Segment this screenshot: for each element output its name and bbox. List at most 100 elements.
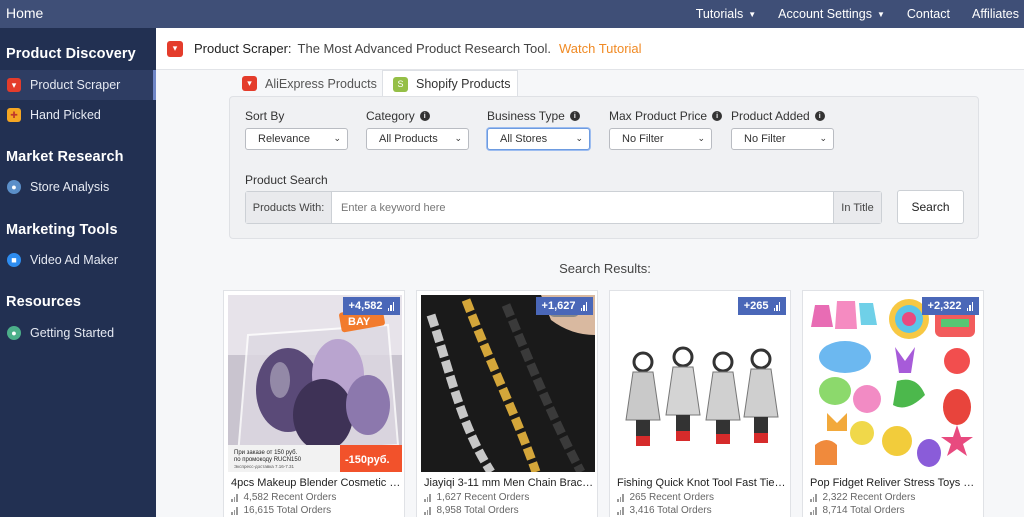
- watch-tutorial-link[interactable]: Watch Tutorial: [559, 41, 642, 56]
- business-type-select[interactable]: All Stores ⌄: [487, 128, 590, 150]
- product-name[interactable]: 4pcs Makeup Blender Cosmetic Pu...: [231, 477, 401, 489]
- nav-account-settings[interactable]: Account Settings ▼: [778, 7, 885, 21]
- bar-chart-icon: [424, 493, 432, 502]
- shopify-bag-icon: S: [393, 76, 408, 92]
- recent-orders-badge: +2,322: [921, 297, 979, 315]
- image-text-promo-1: При заказе от 150 руб.: [234, 450, 298, 456]
- product-name[interactable]: Pop Fidget Reliver Stress Toys Pop...: [810, 477, 980, 489]
- product-name[interactable]: Fishing Quick Knot Tool Fast Tie N...: [617, 477, 787, 489]
- sidebar-item-label: Getting Started: [30, 326, 115, 340]
- product-card[interactable]: BAY При заказе от 150 руб. по промокоду …: [223, 290, 405, 517]
- product-card[interactable]: +265 Fishing Quick Knot Tool Fast Tie N.…: [609, 290, 791, 517]
- product-card[interactable]: +1,627 Jiayiqi 3-11 mm Men Chain Bracel.…: [416, 290, 598, 517]
- business-type-value: All Stores: [500, 133, 548, 145]
- product-image-knot-tool[interactable]: +265: [614, 295, 788, 472]
- total-orders-stat: 16,615 Total Orders: [231, 505, 331, 516]
- sidebar-item-getting-started[interactable]: ● Getting Started: [0, 318, 156, 348]
- home-link[interactable]: Home: [6, 5, 43, 21]
- product-name[interactable]: Jiayiqi 3-11 mm Men Chain Bracel...: [424, 477, 594, 489]
- sidebar-item-label: Video Ad Maker: [30, 253, 119, 267]
- bar-chart-icon: [387, 301, 394, 311]
- chevron-down-icon: ⌄: [819, 133, 827, 143]
- info-icon[interactable]: i: [712, 111, 723, 121]
- recent-orders-stat: 1,627 Recent Orders: [424, 492, 529, 503]
- recent-orders-badge: +265: [737, 297, 786, 315]
- bar-chart-icon: [966, 301, 973, 311]
- image-text-bay: BAY: [348, 316, 371, 328]
- product-added-value: No Filter: [744, 133, 786, 145]
- max-price-select[interactable]: No Filter ⌄: [609, 128, 712, 150]
- gift-icon: ✚: [7, 108, 21, 122]
- sidebar-item-hand-picked[interactable]: ✚ Hand Picked: [0, 100, 156, 130]
- chevron-down-icon: ⌄: [697, 133, 705, 143]
- video-camera-icon: ■: [7, 253, 21, 267]
- top-navbar: Home Tutorials ▼ Account Settings ▼ Contac…: [0, 0, 1024, 28]
- sidebar-heading-product-discovery: Product Discovery: [6, 46, 136, 62]
- sidebar-item-label: Product Scraper: [30, 78, 121, 92]
- nav-contact[interactable]: Contact: [907, 7, 950, 21]
- nav-affiliates-label: Affiliates: [971, 7, 1019, 21]
- product-image-pop-fidget-toys[interactable]: +2,322: [807, 295, 981, 472]
- max-price-value: No Filter: [622, 133, 664, 145]
- image-text-promo-2: по промокоду RUCN150: [234, 457, 302, 463]
- chevron-down-icon: ⌄: [454, 133, 462, 143]
- bar-chart-icon: [773, 301, 780, 311]
- aliexpress-icon: ▾: [167, 40, 183, 57]
- recent-orders-stat: 2,322 Recent Orders: [810, 492, 915, 503]
- sidebar: Product Discovery ▾ Product Scraper ✚ Ha…: [0, 28, 156, 517]
- recent-orders-badge: +1,627: [535, 297, 593, 315]
- chevron-down-icon: ▼: [748, 9, 757, 19]
- nav-affiliates[interactable]: Affiliates: [972, 7, 1019, 21]
- sidebar-item-label: Store Analysis: [30, 180, 110, 194]
- product-image-makeup-sponges[interactable]: BAY При заказе от 150 руб. по промокоду …: [228, 295, 402, 472]
- product-card[interactable]: +2,322 Pop Fidget Reliver Stress Toys Po…: [802, 290, 984, 517]
- business-type-label: Business Type i: [487, 109, 580, 123]
- product-image-chain-bracelet[interactable]: +1,627: [421, 295, 595, 472]
- product-added-label: Product Added i: [731, 109, 825, 123]
- sidebar-heading-resources: Resources: [6, 294, 82, 310]
- nav-contact-label: Contact: [906, 7, 950, 21]
- product-added-select[interactable]: No Filter ⌄: [731, 128, 834, 150]
- sidebar-heading-market-research: Market Research: [6, 149, 124, 165]
- recent-orders-badge: +4,582: [342, 297, 400, 315]
- info-icon[interactable]: i: [419, 111, 430, 121]
- bar-chart-icon: [231, 506, 239, 515]
- page-header: ▾ Product Scraper: The Most Advanced Pro…: [156, 28, 1024, 70]
- tab-label: AliExpress Products: [265, 76, 377, 91]
- chevron-down-icon: ⌄: [575, 133, 583, 143]
- bar-chart-icon: [810, 493, 818, 502]
- category-label: Category i: [366, 109, 430, 123]
- search-button[interactable]: Search: [897, 190, 964, 224]
- tab-aliexpress-products[interactable]: ▾ AliExpress Products: [232, 70, 382, 97]
- tab-label: Shopify Products: [416, 77, 511, 91]
- bar-chart-icon: [580, 301, 587, 311]
- sidebar-item-video-ad-maker[interactable]: ■ Video Ad Maker: [0, 245, 156, 275]
- top-nav-menu: Tutorials ▼ Account Settings ▼ Contact Aff…: [696, 0, 1024, 28]
- filter-panel: Sort By Relevance ⌄ Category i All Produc…: [229, 96, 979, 239]
- product-search-group: Products With: Enter a keyword here In T…: [245, 191, 882, 224]
- total-orders-stat: 8,714 Total Orders: [810, 505, 905, 516]
- bar-chart-icon: [424, 506, 432, 515]
- page-subtitle: The Most Advanced Product Research Tool.: [297, 41, 551, 56]
- info-icon[interactable]: i: [814, 111, 825, 121]
- sort-by-select[interactable]: Relevance ⌄: [245, 128, 348, 150]
- keyword-search-input[interactable]: Enter a keyword here: [332, 192, 833, 223]
- tab-shopify-products[interactable]: S Shopify Products: [382, 70, 518, 97]
- sidebar-item-label: Hand Picked: [30, 108, 101, 122]
- category-select[interactable]: All Products ⌄: [366, 128, 469, 150]
- nav-account-settings-label: Account Settings: [778, 7, 872, 21]
- recent-orders-stat: 265 Recent Orders: [617, 492, 714, 503]
- category-value: All Products: [379, 133, 438, 145]
- sidebar-item-store-analysis[interactable]: ● Store Analysis: [0, 172, 156, 202]
- total-orders-stat: 8,958 Total Orders: [424, 505, 519, 516]
- in-title-addon[interactable]: In Title: [833, 192, 881, 223]
- getting-started-icon: ●: [7, 326, 21, 340]
- nav-tutorials[interactable]: Tutorials ▼: [696, 7, 756, 21]
- nav-tutorials-label: Tutorials: [695, 7, 744, 21]
- info-icon[interactable]: i: [569, 111, 580, 121]
- bar-chart-icon: [810, 506, 818, 515]
- sidebar-heading-marketing-tools: Marketing Tools: [6, 222, 118, 238]
- search-results-heading: Search Results:: [559, 261, 651, 276]
- sidebar-item-product-scraper[interactable]: ▾ Product Scraper: [0, 70, 156, 100]
- sort-by-value: Relevance: [258, 133, 310, 145]
